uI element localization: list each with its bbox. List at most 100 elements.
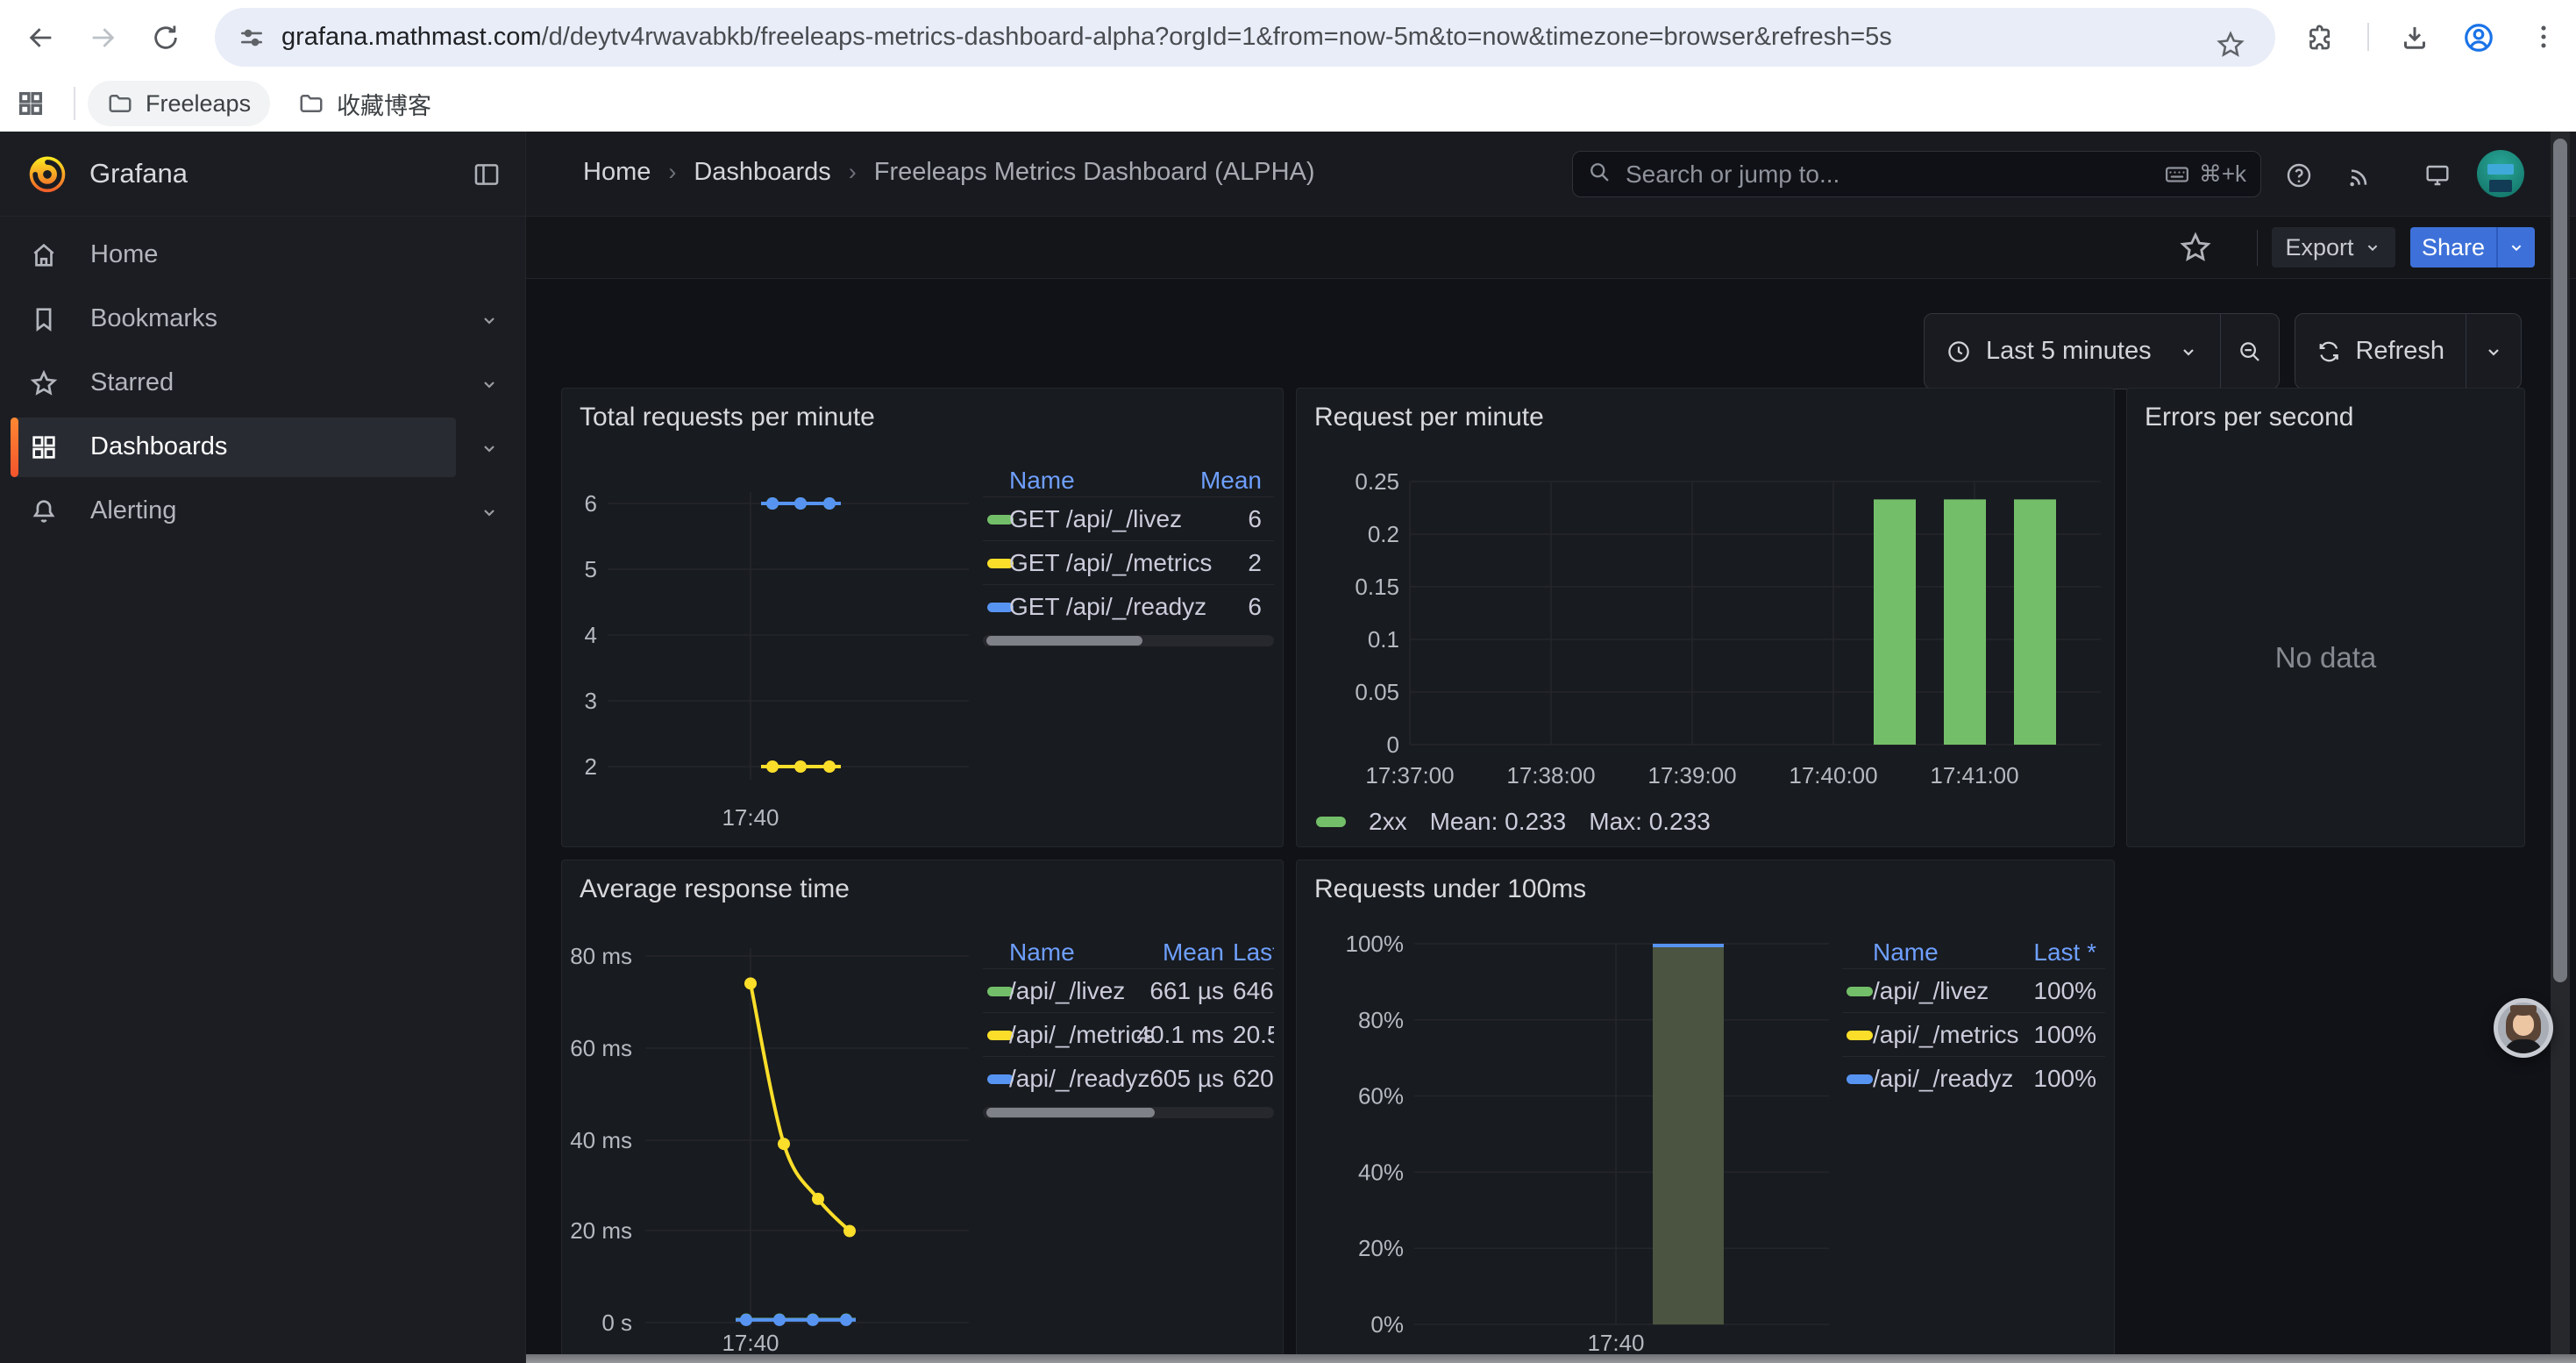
svg-text:17:40: 17:40 (1587, 1330, 1644, 1356)
legend-row[interactable]: /api/_/livez 100% (1842, 969, 2105, 1013)
time-controls: Last 5 minutes Refresh (526, 279, 2576, 388)
sidebar-item-dashboards[interactable]: Dashboards (0, 417, 526, 478)
legend-row[interactable]: /api/_/readyz 100% (1842, 1057, 2105, 1101)
sidebar-item-home[interactable]: Home (0, 225, 526, 286)
panel-total-requests-per-minute[interactable]: Total requests per minute 6543217:40 Nam… (561, 388, 1284, 847)
no-data-message: No data (2127, 641, 2524, 674)
chevron-down-icon[interactable] (479, 502, 500, 527)
chevron-down-icon (2483, 341, 2504, 362)
series-name: 2xx (1369, 808, 1407, 836)
refresh-interval-button[interactable] (2466, 313, 2522, 389)
legend-row[interactable]: /api/_/metrics 100% (1842, 1013, 2105, 1057)
bookmark-folder-freeleaps[interactable]: Freeleaps (88, 81, 270, 126)
window-bottom-edge (526, 1354, 2576, 1363)
legend-table: Name Mean Last * /api/_/livez 661 µs 646 (983, 931, 1274, 1118)
legend-header: Name Last * (1842, 931, 2105, 969)
grafana-app: Grafana Home Bookmarks Starred (0, 132, 2576, 1363)
downloads-icon[interactable] (2399, 22, 2430, 54)
bookmark-star-icon[interactable] (2216, 30, 2245, 60)
toolbar-divider (2367, 23, 2369, 51)
legend-row[interactable]: GET /api/_/livez 6 (983, 497, 1274, 541)
scrollbar-thumb[interactable] (986, 1108, 1155, 1117)
dock-sidebar-icon[interactable] (472, 160, 502, 189)
svg-text:20 ms: 20 ms (570, 1217, 632, 1244)
legend-row[interactable]: /api/_/readyz 605 µs 620 (983, 1057, 1274, 1101)
breadcrumb-dashboards[interactable]: Dashboards (694, 158, 830, 187)
sidebar-item-alerting[interactable]: Alerting (0, 481, 526, 542)
back-icon[interactable] (26, 23, 56, 53)
legend-table: Name Last * /api/_/livez 100% /api/_/met… (1842, 931, 2105, 1101)
reload-icon[interactable] (151, 23, 181, 53)
display-icon[interactable] (2423, 161, 2451, 189)
bookmarks-divider (74, 87, 75, 120)
dashboards-grid-icon (29, 432, 59, 467)
screen: grafana.mathmast.com/d/deytv4rwavabkb/fr… (0, 0, 2576, 1363)
bookmark-label: Freeleaps (146, 90, 251, 118)
refresh-icon (2316, 339, 2341, 365)
news-rss-icon[interactable] (2346, 161, 2374, 189)
selected-highlight (11, 417, 456, 477)
site-settings-icon[interactable] (238, 24, 266, 52)
legend-row[interactable]: /api/_/metrics 40.1 ms 20.5 m (983, 1013, 1274, 1057)
breadcrumb-current: Freeleaps Metrics Dashboard (ALPHA) (874, 158, 1315, 187)
url-bar[interactable]: grafana.mathmast.com/d/deytv4rwavabkb/fr… (215, 8, 2275, 67)
search-box[interactable]: ⌘+k (1572, 151, 2261, 197)
svg-text:80 ms: 80 ms (570, 943, 632, 969)
search-input[interactable] (1624, 160, 2152, 189)
sidebar-item-label: Starred (90, 368, 174, 397)
sidebar-item-label: Bookmarks (90, 304, 217, 333)
panel-request-per-minute[interactable]: Request per minute 0.250.20.150.10.05017… (1296, 388, 2115, 847)
bookmark-folder-blogs[interactable]: 收藏博客 (279, 81, 451, 126)
chevron-down-icon (2507, 238, 2526, 257)
legend-header: Name Mean Last * (983, 931, 1274, 969)
user-avatar[interactable] (2477, 150, 2524, 197)
chevron-down-icon[interactable] (479, 374, 500, 399)
forward-icon[interactable] (88, 23, 117, 53)
grafana-logo[interactable] (25, 151, 70, 201)
legend-scrollbar[interactable] (983, 635, 1274, 646)
dashboard-toolbar: Export Share (526, 217, 2576, 279)
legend-row[interactable]: GET /api/_/metrics 2 (983, 541, 1274, 585)
bookmark-icon (29, 304, 59, 339)
sidebar: Grafana Home Bookmarks Starred (0, 132, 526, 1363)
panel-title[interactable]: Errors per second (2145, 403, 2353, 432)
help-icon[interactable] (2285, 161, 2313, 189)
time-range-picker[interactable]: Last 5 minutes (1924, 313, 2221, 389)
legend-row[interactable]: /api/_/livez 661 µs 646 (983, 969, 1274, 1013)
sidebar-item-bookmarks[interactable]: Bookmarks (0, 289, 526, 350)
export-button[interactable]: Export (2272, 227, 2395, 268)
url-input[interactable]: grafana.mathmast.com/d/deytv4rwavabkb/fr… (281, 23, 1892, 52)
series-max: Max: 0.233 (1589, 808, 1711, 836)
profile-icon[interactable] (2462, 21, 2495, 54)
search-shortcut: ⌘+k (2164, 161, 2246, 188)
top-nav: Home › Dashboards › Freeleaps Metrics Da… (526, 132, 2576, 217)
avatar-pattern (2487, 164, 2514, 175)
series-mean: Mean: 0.233 (1430, 808, 1567, 836)
panel-errors-per-second[interactable]: Errors per second No data (2126, 388, 2525, 847)
breadcrumb-home[interactable]: Home (583, 158, 651, 187)
chevron-down-icon[interactable] (479, 310, 500, 335)
legend[interactable]: 2xx Mean: 0.233 Max: 0.233 (1316, 808, 1711, 836)
page-scrollbar-thumb[interactable] (2553, 139, 2567, 982)
sidebar-item-starred[interactable]: Starred (0, 353, 526, 414)
share-split-button: Share (2410, 227, 2535, 268)
panel-requests-under-100ms[interactable]: Requests under 100ms 100%80%60%40%20%0%1… (1296, 860, 2115, 1363)
favorite-star-icon[interactable] (2178, 230, 2213, 265)
extensions-icon[interactable] (2304, 22, 2336, 54)
floating-assistant-avatar[interactable] (2494, 998, 2553, 1058)
svg-text:17:40: 17:40 (722, 1330, 779, 1356)
share-button[interactable]: Share (2410, 227, 2496, 268)
scrollbar-thumb[interactable] (986, 636, 1142, 646)
refresh-button[interactable]: Refresh (2295, 313, 2466, 389)
request-per-minute-chart[interactable]: 0.250.20.150.10.05017:37:0017:38:0017:39… (1297, 389, 2115, 847)
share-menu-button[interactable] (2496, 227, 2535, 268)
svg-text:60%: 60% (1358, 1083, 1404, 1110)
zoom-out-button[interactable] (2221, 313, 2280, 389)
svg-text:0.25: 0.25 (1355, 468, 1399, 495)
legend-scrollbar[interactable] (983, 1107, 1274, 1118)
apps-grid-icon[interactable] (16, 89, 46, 118)
chevron-down-icon[interactable] (479, 438, 500, 463)
legend-row[interactable]: GET /api/_/readyz 6 (983, 585, 1274, 629)
browser-menu-icon[interactable] (2529, 22, 2558, 52)
panel-average-response-time[interactable]: Average response time 80 ms60 ms40 ms20 … (561, 860, 1284, 1363)
